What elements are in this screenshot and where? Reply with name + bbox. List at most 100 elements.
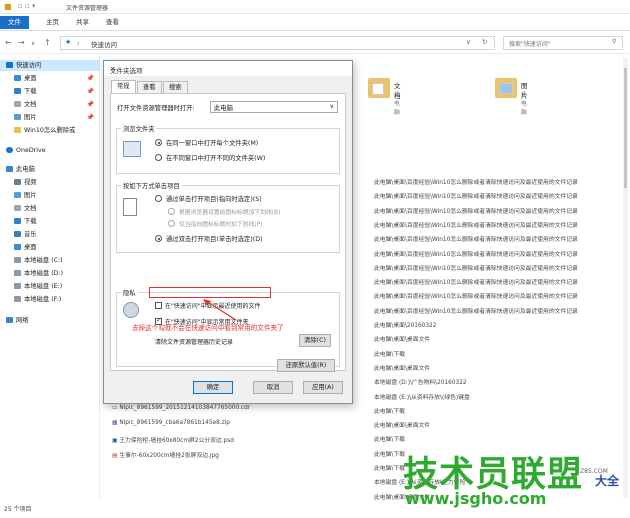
sidebar-item-videos[interactable]: 视频 [0,177,100,188]
dialog-title-bar: 文件夹选项 ✕ [104,61,352,76]
radio-new-window-label: 在不同窗口中打开不同的文件夹(W) [166,155,266,162]
radio-double-click[interactable] [155,235,162,242]
radio-double-click-label: 通过双击打开项目(单击时选定)(D) [166,236,263,243]
tab-file[interactable]: 文件 [0,16,29,29]
list-item-path: 此电脑\下载 [374,351,405,358]
list-item-path: 此电脑\桌面\百度经验\Win10怎么删除或者清除快速访问及最近使用的文件记录 [374,208,578,215]
item-count: 25 个项目 [4,506,32,513]
back-icon[interactable]: ← [5,38,12,47]
drive-icon [14,283,21,289]
list-item-path: 此电脑\桌面\百度经验\Win10怎么删除或者清除快速访问及最近使用的文件记录 [374,194,578,201]
list-item[interactable]: ▣ 王力保险柜-墙挂60x80cm屏2公分双边.psd [112,435,234,444]
list-item-path: 此电脑\下载 [374,437,405,444]
sidebar-item-desktop[interactable]: 桌面 📌 [0,73,100,84]
close-icon[interactable]: ✕ [110,65,347,73]
network-icon [6,317,13,323]
checkbox-recent-files[interactable] [155,302,162,309]
sidebar-item-drive-c[interactable]: 本地磁盘 (C:) [0,255,100,266]
folder-tile-documents[interactable]: 文档 此电脑 [368,78,401,116]
cancel-button[interactable]: 取消 [253,381,293,394]
sidebar-item-desktop-pc[interactable]: 桌面 [0,242,100,253]
sidebar-item-win10-folder[interactable]: Win10怎么删除或 [0,125,100,136]
click-items-title: 按如下方式单击项目 [121,181,182,190]
privacy-illustration-icon [123,302,139,318]
document-icon [14,101,21,107]
tab-share[interactable]: 共享 [68,16,97,29]
radio-single-click[interactable] [155,195,162,202]
computer-icon [6,166,13,172]
open-with-select[interactable]: 此电脑 ∨ [210,101,338,113]
up-icon[interactable]: ↑ [44,38,51,47]
search-input[interactable]: 搜索"快速访问" ⚲ [503,36,623,50]
sidebar-item-documents-pc[interactable]: 文档 [0,203,100,214]
folder-options-dialog: 文件夹选项 ✕ 常规 查看 搜索 打开文件资源管理器时打开: 此电脑 ∨ 浏览文… [103,60,353,404]
tab-view[interactable]: 查看 [98,16,127,29]
scrollbar[interactable] [623,58,628,498]
pin-icon: 📌 [86,101,94,108]
title-bar: ■ ▫ ▫ ▾ 文件资源管理器 [0,0,630,14]
folder-location: 此电脑 [394,92,400,116]
pin-icon: 📌 [86,75,94,82]
sidebar-item-downloads-pc[interactable]: 下载 [0,216,100,227]
list-item-path: 此电脑\桌面\桌面文件 [374,337,431,344]
folder-icon: ■ [4,2,12,11]
refresh-icon[interactable]: ↻ [482,38,487,46]
radio-same-window[interactable] [155,139,162,146]
sidebar-item-documents[interactable]: 文档 📌 [0,99,100,110]
sidebar-item-drive-e[interactable]: 本地磁盘 (E:) [0,281,100,292]
browse-folders-title: 浏览文件夹 [121,124,157,133]
sidebar-item-pictures[interactable]: 图片 📌 [0,112,100,123]
sidebar-item-pictures-pc[interactable]: 图片 [0,190,100,201]
tab-search[interactable]: 搜索 [163,81,188,93]
ok-button[interactable]: 确定 [193,381,233,394]
sidebar-item-this-pc[interactable]: 此电脑 [0,164,100,175]
list-item[interactable]: ▭ Nipic_8961599_20151214103847765000.cdr [112,405,250,411]
chevron-down-icon[interactable]: ∨ [466,38,471,46]
folder-icon [14,127,21,133]
tab-view-options[interactable]: 查看 [137,81,162,93]
tab-general[interactable]: 常规 [111,80,136,94]
watermark-url: www.jsgho.com [405,489,547,508]
clear-button[interactable]: 清除(C) [299,334,331,347]
list-item-path: 此电脑\桌面\百度经验\Win10怎么删除或者清除快速访问及最近使用的文件记录 [374,222,578,229]
history-chevron-icon[interactable]: ∨ [31,40,35,47]
tab-home[interactable]: 主页 [38,16,67,29]
scrollbar-thumb[interactable] [624,68,627,188]
window-title: 文件资源管理器 [66,5,109,12]
radio-underline-point-label: 仅当指向图标标题时加下划线(P) [179,222,263,228]
sidebar-item-downloads[interactable]: 下载 📌 [0,86,100,97]
document-icon [14,205,21,211]
video-icon [14,179,21,185]
open-with-value: 此电脑 [214,105,233,112]
sidebar-item-drive-f[interactable]: 本地磁盘 (F:) [0,294,100,305]
quick-access-toolbar-icon[interactable]: ▫ ▫ ▾ [18,2,35,10]
list-item-path: 此电脑\桌面\百度经验\Win10怎么删除或者清除快速访问及最近使用的文件记录 [374,308,578,315]
radio-new-window[interactable] [155,154,162,161]
list-item-path: 此电脑\桌面\百度经验\Win10怎么删除或者清除快速访问及最近使用的文件记录 [374,180,578,186]
radio-underline-browser[interactable] [168,208,175,215]
watermark: 技术员联盟 www.jsgho.com Z85.COM 大全 [395,446,630,518]
address-bar[interactable]: ★ › 快速访问 ∨ ↻ [60,36,495,50]
list-item[interactable]: ▤ 生事尔-60x200cm墙挂2张屏双边.jpg [112,450,219,459]
apply-button[interactable]: 应用(A) [303,381,343,394]
pointer-illustration-icon [123,198,137,216]
picture-icon [14,114,21,120]
sidebar-item-network[interactable]: 网络 [0,315,100,326]
annotation-text: 去掉这个勾就不会在快速访问中看到常用的文件夹了 [132,324,284,332]
radio-underline-browser-label: 根据浏览器设置给图标标题加下划线(B) [179,210,281,216]
download-icon [14,88,21,94]
download-icon [14,218,21,224]
list-item-path: 本地磁盘 (E:)\从资料存放\(绿色)键盘 [374,394,470,401]
forward-icon[interactable]: → [18,38,25,47]
list-item-path: 此电脑\桌面\百度经验\Win10怎么删除或者清除快速访问及最近使用的文件记录 [374,280,578,287]
folder-tile-pictures[interactable]: 图片 此电脑 [495,78,528,116]
restore-defaults-button[interactable]: 还原默认值(R) [277,359,335,372]
sidebar-item-onedrive[interactable]: OneDrive [0,145,100,156]
folder-icon [495,78,517,98]
list-item[interactable]: ▦ Nipic_8961599_cba6a7861b145e8.zip [112,420,230,426]
radio-underline-point[interactable] [168,220,175,227]
sidebar-item-drive-d[interactable]: 本地磁盘 (D:) [0,268,100,279]
sidebar-item-music[interactable]: 音乐 [0,229,100,240]
sidebar-item-quick-access[interactable]: 快速访问 [0,60,100,71]
list-item-path: 本地磁盘 (D:)\广告物料\20160322 [374,380,467,387]
